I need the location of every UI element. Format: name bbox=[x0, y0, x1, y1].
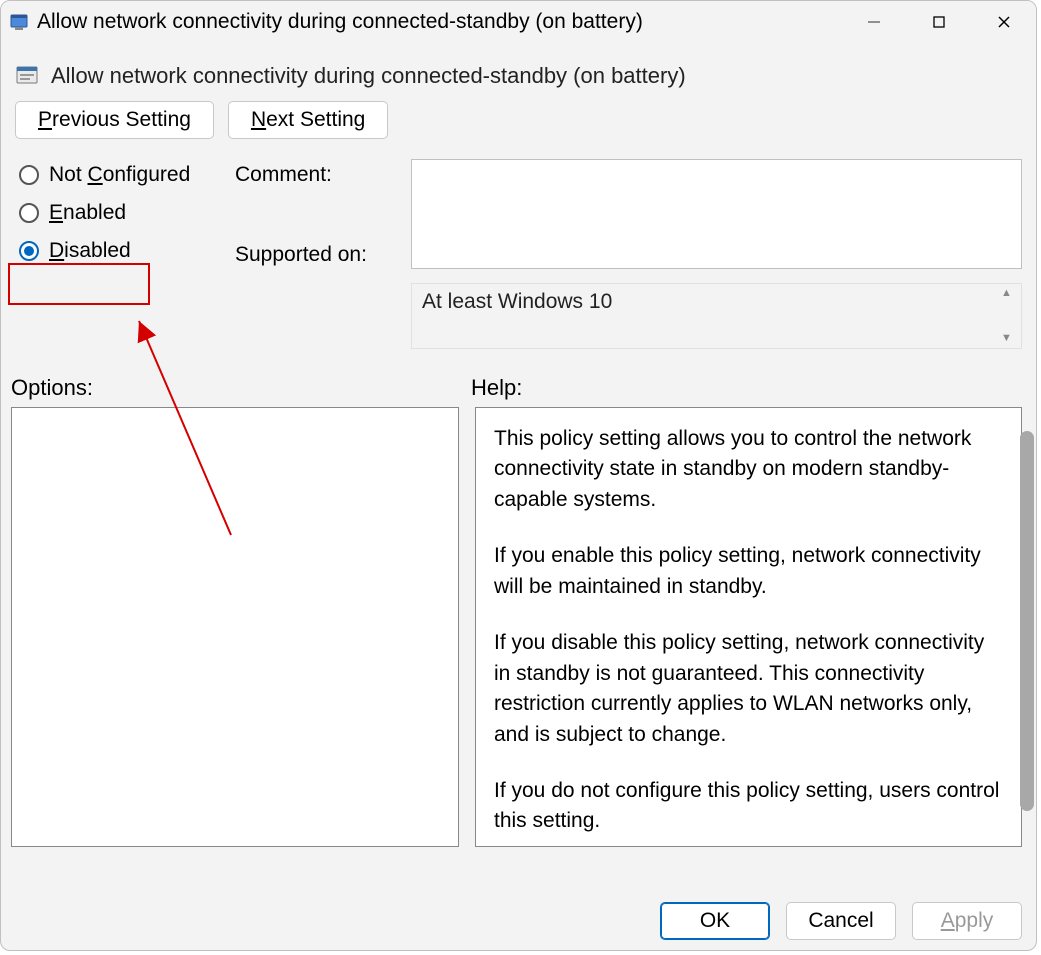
help-paragraph: If you do not configure this policy sett… bbox=[494, 776, 1003, 837]
radio-icon bbox=[19, 165, 39, 185]
radio-disabled[interactable]: Disabled bbox=[15, 239, 229, 263]
help-panel: This policy setting allows you to contro… bbox=[475, 407, 1022, 847]
policy-header: Allow network connectivity during connec… bbox=[1, 43, 1036, 95]
previous-setting-button[interactable]: Previous Setting bbox=[15, 101, 214, 139]
help-paragraph: This policy setting allows you to contro… bbox=[494, 424, 1003, 515]
policy-title: Allow network connectivity during connec… bbox=[51, 63, 686, 89]
help-section-label: Help: bbox=[471, 375, 1022, 401]
scroll-up-icon: ▲ bbox=[1001, 288, 1017, 299]
radio-label: Disabled bbox=[49, 239, 131, 263]
cancel-button[interactable]: Cancel bbox=[786, 902, 896, 940]
options-section-label: Options: bbox=[11, 375, 471, 401]
panels: This policy setting allows you to contro… bbox=[1, 407, 1036, 847]
maximize-button[interactable] bbox=[906, 1, 971, 43]
radio-icon bbox=[19, 203, 39, 223]
vertical-scrollbar-thumb[interactable] bbox=[1020, 431, 1034, 811]
prev-label-rest: revious Setting bbox=[52, 108, 191, 131]
nav-buttons: Previous Setting Next Setting bbox=[1, 95, 1036, 153]
apply-mnemonic: A bbox=[941, 909, 955, 932]
policy-icon bbox=[15, 64, 39, 88]
field-labels: Comment: Supported on: bbox=[235, 159, 405, 349]
app-icon bbox=[9, 12, 29, 32]
supported-scroll[interactable]: ▲ ▼ bbox=[1001, 288, 1017, 344]
close-button[interactable] bbox=[971, 1, 1036, 43]
upper-grid: Not Configured Enabled Disabled Comment:… bbox=[1, 153, 1036, 349]
window-controls bbox=[841, 1, 1036, 43]
field-values: At least Windows 10 ▲ ▼ bbox=[411, 159, 1022, 349]
next-setting-button[interactable]: Next Setting bbox=[228, 101, 388, 139]
options-panel bbox=[11, 407, 459, 847]
supported-on-field[interactable]: At least Windows 10 ▲ ▼ bbox=[411, 283, 1022, 349]
scroll-down-icon: ▼ bbox=[1001, 333, 1017, 344]
state-radio-group: Not Configured Enabled Disabled bbox=[15, 159, 229, 349]
supported-on-label: Supported on: bbox=[235, 243, 405, 267]
apply-rest: pply bbox=[955, 909, 994, 932]
help-paragraph: If you disable this policy setting, netw… bbox=[494, 628, 1003, 750]
radio-icon bbox=[19, 241, 39, 261]
section-labels: Options: Help: bbox=[1, 349, 1036, 407]
ok-button[interactable]: OK bbox=[660, 902, 770, 940]
comment-label: Comment: bbox=[235, 163, 405, 187]
radio-enabled[interactable]: Enabled bbox=[15, 201, 229, 225]
minimize-button[interactable] bbox=[841, 1, 906, 43]
dialog-buttons: OK Cancel Apply bbox=[660, 902, 1022, 940]
radio-label: Enabled bbox=[49, 201, 126, 225]
group-policy-dialog: Allow network connectivity during connec… bbox=[0, 0, 1037, 951]
titlebar: Allow network connectivity during connec… bbox=[1, 1, 1036, 43]
comment-textarea[interactable] bbox=[411, 159, 1022, 269]
help-paragraph: If you enable this policy setting, netwo… bbox=[494, 541, 1003, 602]
radio-not-configured[interactable]: Not Configured bbox=[15, 163, 229, 187]
window-title: Allow network connectivity during connec… bbox=[37, 10, 841, 34]
supported-on-value: At least Windows 10 bbox=[422, 290, 612, 313]
radio-label: Not Configured bbox=[49, 163, 190, 187]
next-label-rest: ext Setting bbox=[266, 108, 365, 131]
apply-button[interactable]: Apply bbox=[912, 902, 1022, 940]
